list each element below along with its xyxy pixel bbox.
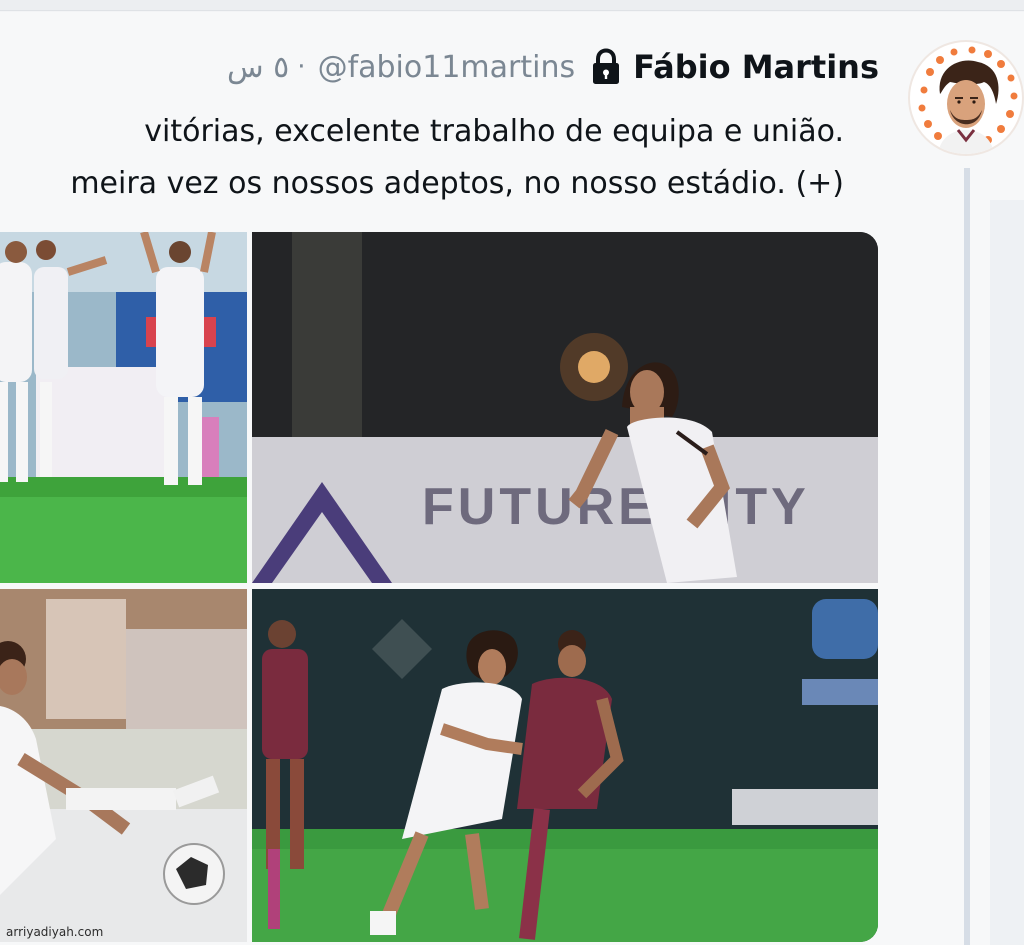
tweet-text: vitórias, excelente trabalho de equipa e… xyxy=(0,106,844,210)
tweet-timestamp[interactable]: ٥ س xyxy=(227,50,289,85)
header-separator: · xyxy=(297,52,306,82)
avatar[interactable] xyxy=(910,42,1022,154)
watermark: arriyadiyah.com xyxy=(6,925,104,939)
lock-icon xyxy=(593,48,620,84)
display-name[interactable]: Fábio Martins xyxy=(633,48,879,86)
billboard-text: FUTURE CITY xyxy=(422,478,810,536)
avatar-illustration xyxy=(918,46,1018,154)
photo-kick[interactable] xyxy=(0,589,247,942)
tweet-header: ٥ س · @fabio11martins Fábio Martins xyxy=(227,45,879,89)
photo-night-player[interactable]: FUTURE CITY xyxy=(252,232,878,583)
right-strip xyxy=(990,200,1024,945)
photo-duel[interactable] xyxy=(252,589,878,942)
tweet-text-line: meira vez os nossos adeptos, no nosso es… xyxy=(70,166,844,201)
tweet-text-line: vitórias, excelente trabalho de equipa e… xyxy=(144,114,844,149)
photo-celebration[interactable] xyxy=(0,232,247,583)
media-grid[interactable]: FUTURE CITY xyxy=(0,232,878,942)
page: ٥ س · @fabio11martins Fábio Martins vitó… xyxy=(0,0,1024,945)
thread-line xyxy=(964,168,970,945)
user-handle[interactable]: @fabio11martins xyxy=(318,50,576,85)
top-divider xyxy=(0,0,1024,11)
